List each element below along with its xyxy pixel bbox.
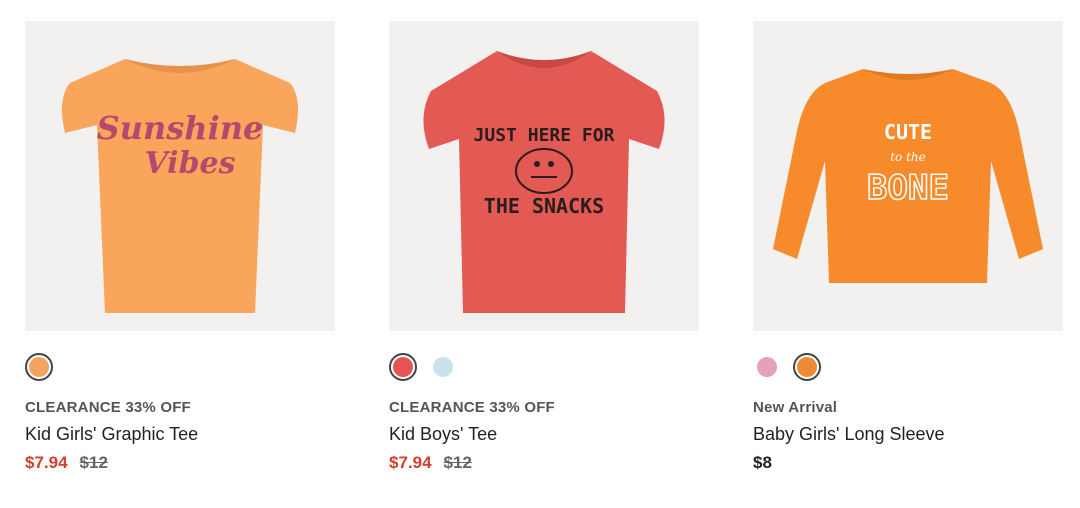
price-row: $8 bbox=[753, 453, 772, 473]
product-grid: Sunshine Vibes CLEARANCE 33% OFF Kid Gir… bbox=[0, 0, 1080, 508]
product-card: Sunshine Vibes CLEARANCE 33% OFF Kid Gir… bbox=[25, 21, 335, 472]
product-image[interactable]: JUST HERE FOR THE SNACKS bbox=[389, 21, 699, 331]
product-image[interactable]: Sunshine Vibes bbox=[25, 21, 335, 331]
color-swatches bbox=[389, 352, 457, 382]
color-swatch-orange[interactable] bbox=[25, 353, 53, 381]
long-sleeve-image: CUTE to the BONE bbox=[773, 69, 1043, 283]
product-badge: CLEARANCE 33% OFF bbox=[25, 399, 191, 416]
color-swatch-orange[interactable] bbox=[793, 353, 821, 381]
tshirt-image: JUST HERE FOR THE SNACKS bbox=[423, 51, 665, 313]
color-swatch-light-blue[interactable] bbox=[429, 353, 457, 381]
product-badge: New Arrival bbox=[753, 399, 838, 416]
color-swatch-red[interactable] bbox=[389, 353, 417, 381]
svg-text:CUTE: CUTE bbox=[884, 120, 932, 144]
price-row: $7.94 $12 bbox=[389, 453, 472, 473]
svg-text:to the: to the bbox=[890, 150, 926, 164]
color-swatch-pink[interactable] bbox=[753, 353, 781, 381]
product-image[interactable]: CUTE to the BONE bbox=[753, 21, 1063, 331]
svg-text:BONE: BONE bbox=[867, 168, 949, 208]
original-price: $12 bbox=[443, 453, 472, 472]
price-row: $7.94 $12 bbox=[25, 453, 108, 473]
sale-price: $7.94 bbox=[389, 453, 432, 472]
product-card: CUTE to the BONE New Arrival Baby Girls'… bbox=[753, 21, 1063, 472]
regular-price: $8 bbox=[753, 453, 772, 472]
svg-text:Sunshine: Sunshine bbox=[97, 109, 264, 147]
sale-price: $7.94 bbox=[25, 453, 68, 472]
product-name[interactable]: Baby Girls' Long Sleeve bbox=[753, 424, 945, 445]
tshirt-image: Sunshine Vibes bbox=[61, 59, 299, 313]
product-card: JUST HERE FOR THE SNACKS CLEARANCE 33% O… bbox=[389, 21, 699, 472]
product-name[interactable]: Kid Girls' Graphic Tee bbox=[25, 424, 198, 445]
color-swatches bbox=[753, 352, 821, 382]
color-swatches bbox=[25, 352, 53, 382]
svg-text:Vibes: Vibes bbox=[144, 146, 235, 181]
svg-text:THE SNACKS: THE SNACKS bbox=[484, 194, 604, 218]
svg-text:JUST HERE FOR: JUST HERE FOR bbox=[474, 125, 615, 146]
original-price: $12 bbox=[79, 453, 108, 472]
product-badge: CLEARANCE 33% OFF bbox=[389, 399, 555, 416]
product-name[interactable]: Kid Boys' Tee bbox=[389, 424, 497, 445]
